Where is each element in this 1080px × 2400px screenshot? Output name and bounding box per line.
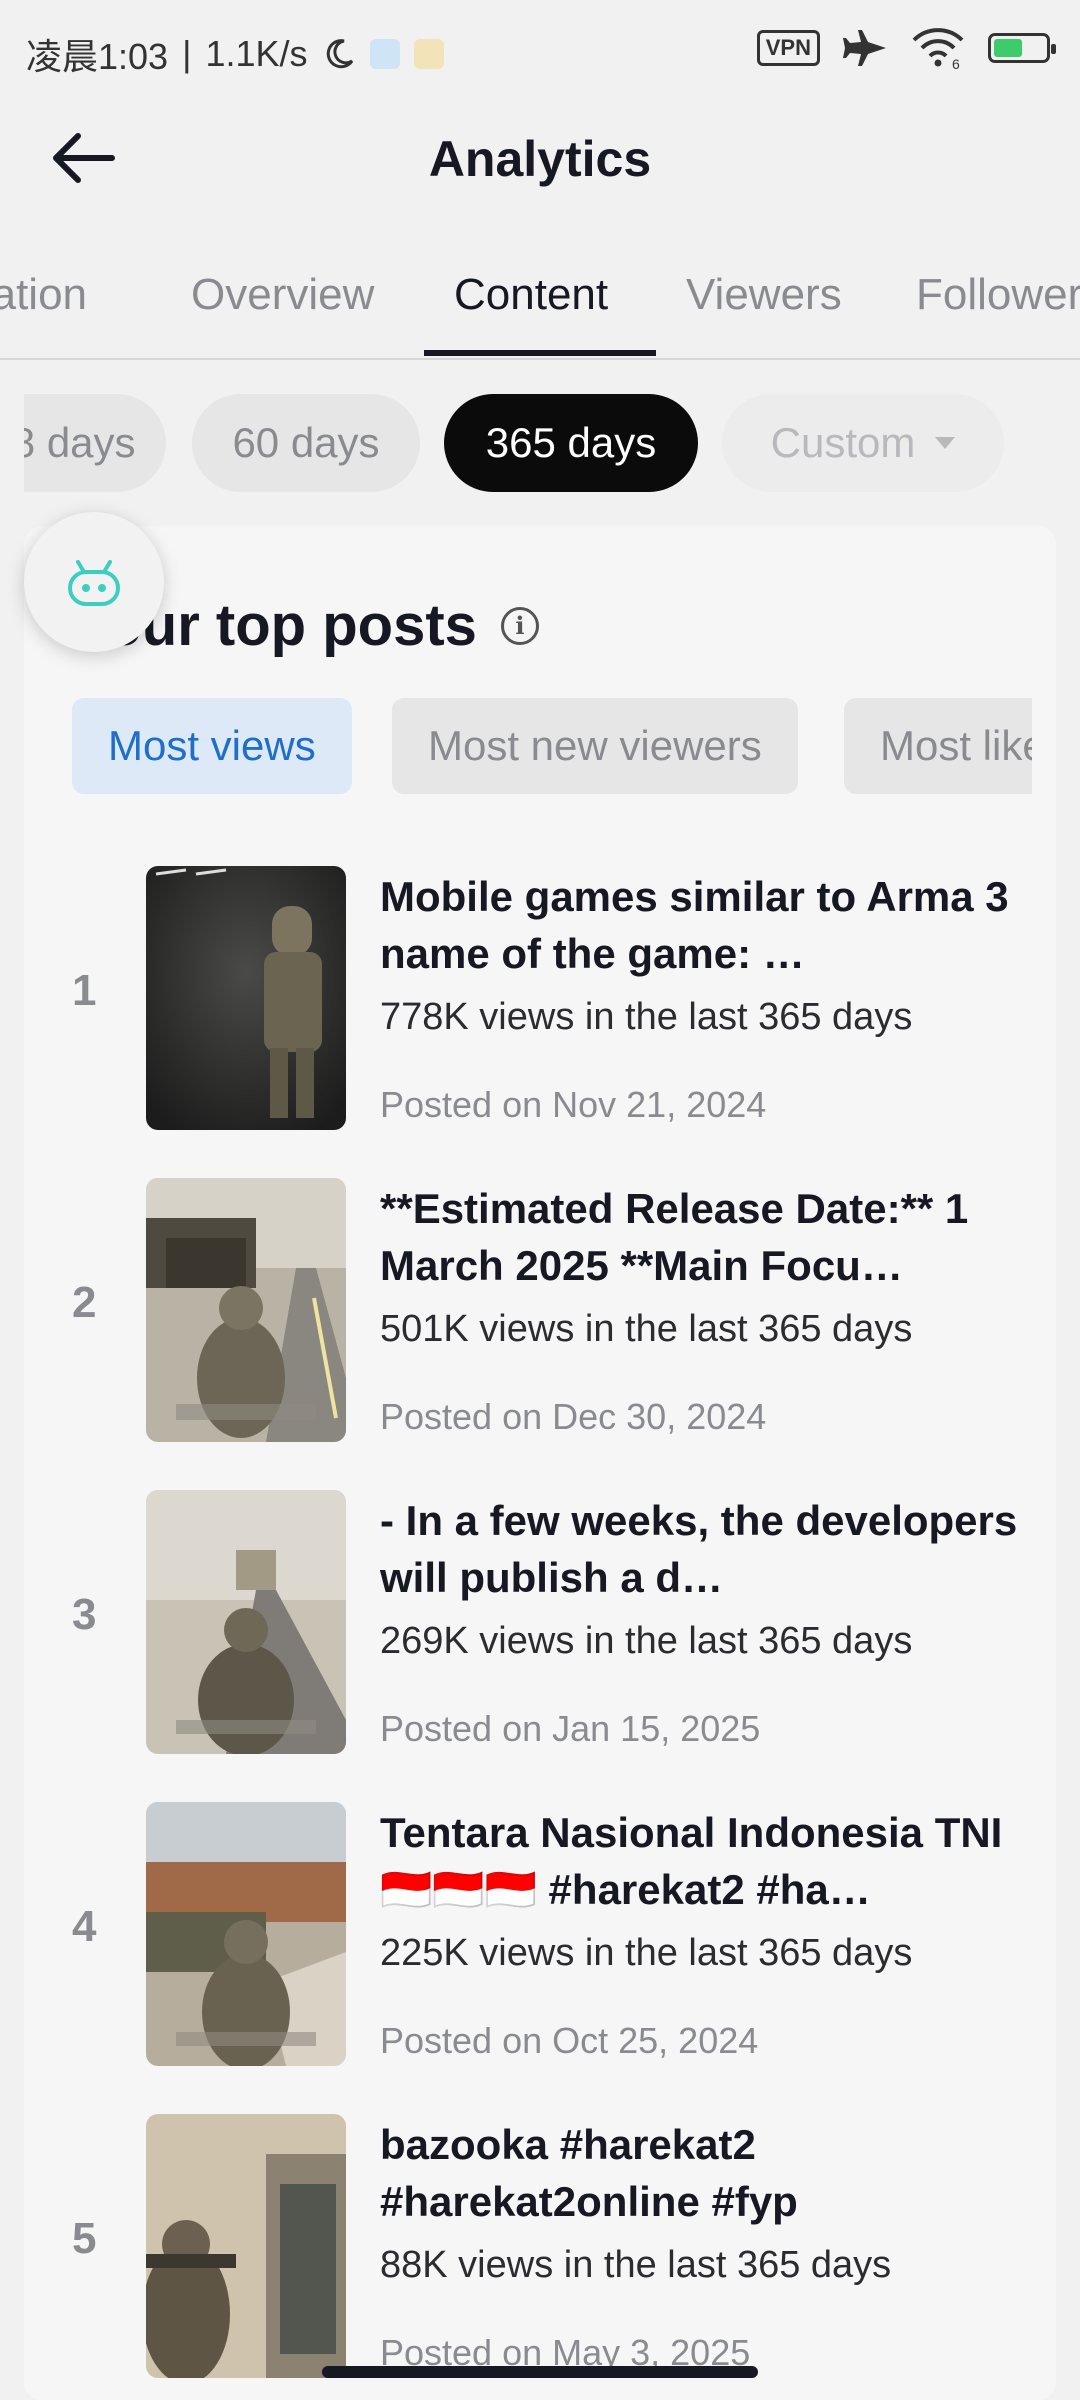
date-range-chips: 28 days 60 days 365 days Custom <box>24 394 1080 494</box>
header: Analytics <box>0 100 1080 220</box>
status-right: VPN 6 <box>756 26 1056 70</box>
home-indicator[interactable] <box>322 2366 758 2378</box>
post-rank: 1 <box>72 966 97 1015</box>
metric-most-views[interactable]: Most views <box>72 698 352 794</box>
top-post-row[interactable]: 1 Mobile games similar to Arma 3 name of… <box>24 866 1056 1134</box>
info-icon[interactable]: i <box>500 606 539 645</box>
page-title: Analytics <box>428 131 652 187</box>
active-tab-indicator <box>424 350 656 356</box>
post-rank: 5 <box>72 2214 97 2263</box>
tab-inspiration[interactable]: Inspiration <box>0 270 87 320</box>
status-divider: | <box>182 33 192 74</box>
post-rank: 4 <box>72 1902 97 1951</box>
post-thumbnail[interactable] <box>146 1490 346 1754</box>
metric-most-new-viewers[interactable]: Most new viewers <box>392 698 798 794</box>
post-title: bazooka #harekat2 #harekat2online #fyp <box>380 2121 798 2225</box>
top-posts-card: Your top posts i Most views Most new vie… <box>24 526 1056 2400</box>
robot-icon <box>68 560 120 606</box>
range-28-days[interactable]: 28 days <box>24 394 166 492</box>
tab-followers[interactable]: Followers <box>916 270 1080 320</box>
status-left: 凌晨1:03 | 1.1K/s <box>26 28 444 80</box>
metric-filter-tabs: Most views Most new viewers Most likes <box>72 698 1032 796</box>
top-post-row[interactable]: 2 **Estimated Release Date:** 1 March 20… <box>24 1178 1056 1446</box>
battery-level <box>994 39 1022 57</box>
post-title: - In a few weeks, the developers will pu… <box>380 1497 1018 1601</box>
app-notification-icon-2 <box>413 39 444 69</box>
battery-icon <box>988 33 1056 63</box>
status-network-speed: 1.1K/s <box>205 33 308 74</box>
airplane-icon <box>843 30 886 66</box>
range-60-days[interactable]: 60 days <box>192 394 420 492</box>
post-title: **Estimated Release Date:** 1 March 2025… <box>380 1185 969 1289</box>
range-365-days[interactable]: 365 days <box>444 394 698 492</box>
post-views: 778K views in the last 365 days <box>380 996 913 1038</box>
chevron-down-icon <box>935 437 956 449</box>
range-28-days-label: 28 days <box>24 419 136 466</box>
post-thumbnail[interactable] <box>146 866 346 1130</box>
top-post-row[interactable]: 5 bazooka #harekat2 #harekat2online #fyp… <box>24 2114 1056 2382</box>
post-thumbnail[interactable] <box>146 2114 346 2378</box>
wifi-icon: 6 <box>912 28 964 70</box>
top-post-row[interactable]: 3 - In a few weeks, the developers will … <box>24 1490 1056 1758</box>
range-custom-dropdown[interactable]: Custom <box>722 394 1004 492</box>
tab-viewers[interactable]: Viewers <box>686 270 842 320</box>
range-custom-label: Custom <box>770 419 916 466</box>
metric-most-likes[interactable]: Most likes <box>844 698 1032 794</box>
post-title: Mobile games similar to Arma 3 name of t… <box>380 873 1009 977</box>
vpn-icon: VPN <box>756 30 820 66</box>
wifi-signal-label: 6 <box>952 56 960 70</box>
post-rank: 2 <box>72 1278 97 1327</box>
status-time: 凌晨1:03 <box>26 36 169 77</box>
post-date: Posted on Nov 21, 2024 <box>380 1084 767 1125</box>
status-bar: 凌晨1:03 | 1.1K/s VPN 6 <box>0 0 1080 100</box>
post-date: Posted on Jan 15, 2025 <box>380 1708 761 1749</box>
post-thumbnail[interactable] <box>146 1178 346 1442</box>
post-date: Posted on Oct 25, 2024 <box>380 2020 759 2061</box>
post-title: Tentara Nasional Indonesia TNI🇮🇩🇮🇩🇮🇩 #ha… <box>380 1809 1003 1913</box>
range-365-days-label: 365 days <box>485 419 657 466</box>
top-post-row[interactable]: 4 Tentara Nasional Indonesia TNI🇮🇩🇮🇩🇮🇩 #… <box>24 1802 1056 2070</box>
post-views: 269K views in the last 365 days <box>380 1620 913 1662</box>
post-views: 88K views in the last 365 days <box>380 2244 892 2286</box>
moon-icon <box>326 39 353 69</box>
analytics-tabs: Inspiration Overview Content Viewers Fol… <box>0 250 1080 360</box>
post-views: 225K views in the last 365 days <box>380 1932 913 1974</box>
post-rank: 3 <box>72 1590 97 1639</box>
app-notification-icon <box>369 39 400 69</box>
post-views: 501K views in the last 365 days <box>380 1308 913 1350</box>
post-date: Posted on Dec 30, 2024 <box>380 1396 767 1437</box>
tab-content[interactable]: Content <box>454 270 608 320</box>
range-60-days-label: 60 days <box>232 419 380 466</box>
post-thumbnail[interactable] <box>146 1802 346 2066</box>
tab-overview[interactable]: Overview <box>191 270 374 320</box>
floating-assistant-bubble[interactable] <box>24 512 164 652</box>
